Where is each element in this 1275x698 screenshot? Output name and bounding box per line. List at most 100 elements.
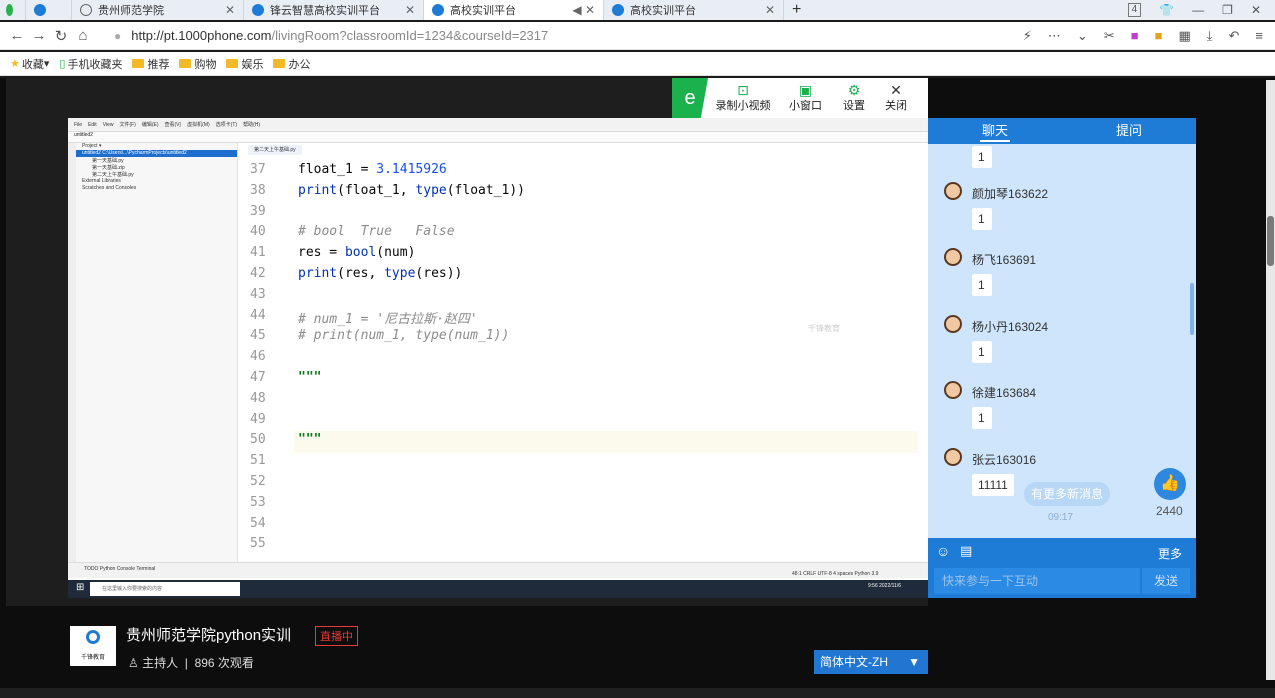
game-icon[interactable]: ■	[1155, 28, 1163, 44]
line-number: 39	[250, 203, 266, 219]
browser-shield-icon[interactable]	[26, 0, 72, 20]
like-button[interactable]: 👍	[1154, 468, 1186, 500]
bookmark-office[interactable]: 办公	[273, 56, 310, 72]
settings-button[interactable]: ⚙ 设置	[833, 83, 875, 113]
tab-count[interactable]: 4	[1127, 3, 1142, 17]
url-field[interactable]: http://pt.1000phone.com/livingRoom?class…	[131, 28, 548, 43]
extension-icon[interactable]: ■	[1131, 28, 1139, 44]
tab-close-icon[interactable]: ✕	[225, 3, 235, 17]
emoji-icon[interactable]: ☺	[936, 543, 950, 559]
bookmark-mobile[interactable]: ▯ 手机收藏夹	[59, 56, 122, 72]
code-line[interactable]: res = bool(num)	[298, 245, 415, 260]
ide-bottom-tabs[interactable]: TODO Python Console Terminal	[84, 566, 155, 572]
course-title: 贵州师范学院python实训	[126, 627, 292, 644]
dropdown-icon[interactable]: ⌄	[1077, 28, 1088, 44]
windows-start-icon[interactable]: ⊞	[76, 582, 84, 593]
code-editor[interactable]: 37 float_1 = 3.1415926 38 print(float_1, ty…	[238, 158, 918, 578]
taskbar-clock: 9:56 2022/11/6	[868, 583, 901, 589]
page-scrollbar[interactable]	[1266, 80, 1275, 680]
like-count: 2440	[1156, 504, 1183, 518]
url-host: http://pt.1000phone.com	[131, 28, 272, 43]
apps-icon[interactable]: ▦	[1178, 28, 1190, 44]
bookmark-recommend[interactable]: 推荐	[132, 56, 169, 72]
chat-bubble: 1	[972, 208, 992, 230]
tree-item[interactable]: untitled2 C:\Users\...\PycharmProjects\u…	[76, 150, 237, 157]
record-button[interactable]: ⊡ 录制小视频	[708, 83, 778, 113]
tab-label: 贵州师范学院	[98, 5, 164, 17]
browser-tab-1[interactable]: 锋云智慧高校实训平台 ✕	[244, 0, 424, 20]
line-number: 47	[250, 370, 266, 385]
close-window-icon[interactable]: ✕	[1251, 3, 1261, 17]
code-line[interactable]: print(res, type(res))	[298, 266, 462, 281]
code-line[interactable]: """	[298, 370, 321, 385]
chat-scrollbar[interactable]	[1190, 283, 1194, 335]
language-select[interactable]: 简体中文-ZH ▼	[814, 650, 928, 674]
code-line[interactable]: # num_1 = '尼古拉斯·赵四'	[298, 308, 478, 327]
back-icon[interactable]: ←	[6, 27, 28, 44]
tree-item[interactable]: Project ▾	[76, 143, 237, 150]
code-line[interactable]: float_1 = 3.1415926	[298, 162, 447, 177]
bookmark-shopping[interactable]: 购物	[179, 56, 216, 72]
avatar	[944, 248, 962, 266]
browser-tab-0[interactable]: 贵州师范学院 ✕	[72, 0, 244, 20]
menu-icon[interactable]: ≡	[1255, 28, 1263, 44]
avatar	[944, 182, 962, 200]
skin-icon[interactable]: 👕	[1159, 3, 1174, 17]
star-icon: ★	[10, 58, 20, 70]
chat-bubble: 11111	[972, 474, 1014, 496]
tab-close-icon[interactable]: ✕	[405, 3, 415, 17]
forward-icon[interactable]: →	[28, 27, 50, 44]
download-icon[interactable]: ⤓	[1207, 28, 1213, 44]
home-icon[interactable]: ⌂	[72, 27, 94, 44]
reload-icon[interactable]: ↻	[50, 27, 72, 45]
browser-logo-icon[interactable]	[0, 0, 26, 20]
chat-username: 颜加琴163622	[972, 187, 1049, 201]
mini-window-button[interactable]: ▣ 小窗口	[778, 83, 833, 113]
bookmark-entertainment[interactable]: 娱乐	[226, 56, 263, 72]
chat-bubble: 1	[972, 407, 992, 429]
line-number: 38	[250, 182, 266, 198]
tree-item[interactable]: 第一天基础.py	[76, 157, 237, 164]
minimize-icon[interactable]: —	[1192, 3, 1204, 17]
notes-icon[interactable]: ▤	[960, 543, 972, 559]
new-messages-button[interactable]: 有更多新消息	[1024, 482, 1110, 506]
editor-file-tab[interactable]: 第二天上午基础.py	[248, 145, 302, 155]
chat-time: 09:17	[1048, 512, 1074, 523]
line-number: 48	[250, 390, 266, 406]
thumbs-up-icon: 👍	[1160, 475, 1180, 492]
tab-questions[interactable]: 提问	[1062, 118, 1196, 144]
tab-close-icon[interactable]: ◀ ✕	[572, 3, 595, 17]
chat-input[interactable]: 快来参与一下互动	[934, 568, 1140, 594]
chat-username: 徐建163684	[972, 386, 1037, 400]
chat-username: 杨飞163691	[972, 253, 1037, 267]
code-line[interactable]: # print(num_1, type(num_1))	[298, 328, 509, 343]
windows-taskbar	[0, 688, 1275, 698]
code-line[interactable]: print(float_1, type(float_1))	[298, 183, 525, 198]
scissors-icon[interactable]: ✂	[1104, 28, 1115, 44]
more-button[interactable]: 更多	[1158, 545, 1182, 562]
tab-chat[interactable]: 聊天	[928, 118, 1062, 144]
dropdown-arrow-icon: ▼	[908, 655, 920, 669]
taskbar-search-field[interactable]: 在这里输入你要搜索的内容	[90, 582, 240, 596]
browser-tab-2[interactable]: 高校实训平台 ◀ ✕	[424, 0, 604, 20]
code-line[interactable]: # bool True False	[298, 224, 455, 239]
lightning-icon[interactable]: ⚡	[1023, 28, 1032, 44]
close-button[interactable]: ✕ 关闭	[875, 83, 917, 113]
security-icon[interactable]: ●	[114, 29, 121, 43]
restore-icon[interactable]: ❐	[1222, 3, 1233, 17]
tree-item[interactable]: External Libraries	[76, 178, 237, 185]
browser-tab-3[interactable]: 高校实训平台 ✕	[604, 0, 784, 20]
tree-item[interactable]: 第二天上午基础.py	[76, 171, 237, 178]
chat-bubble: 1	[972, 146, 992, 168]
bookmark-favorites[interactable]: ★ 收藏 ▾	[10, 56, 49, 72]
send-button[interactable]: 发送	[1142, 568, 1190, 594]
line-number: 37	[250, 162, 266, 177]
tree-item[interactable]: 第一天基础.zip	[76, 164, 237, 171]
new-tab-icon[interactable]: +	[784, 0, 814, 20]
code-line[interactable]: """	[298, 432, 321, 447]
more-dots-icon[interactable]: ⋯	[1048, 28, 1061, 44]
undo-icon[interactable]: ↶	[1229, 28, 1240, 44]
tab-close-icon[interactable]: ✕	[765, 3, 775, 17]
tree-item[interactable]: Scratches and Consoles	[76, 185, 237, 192]
line-number: 46	[250, 349, 266, 365]
